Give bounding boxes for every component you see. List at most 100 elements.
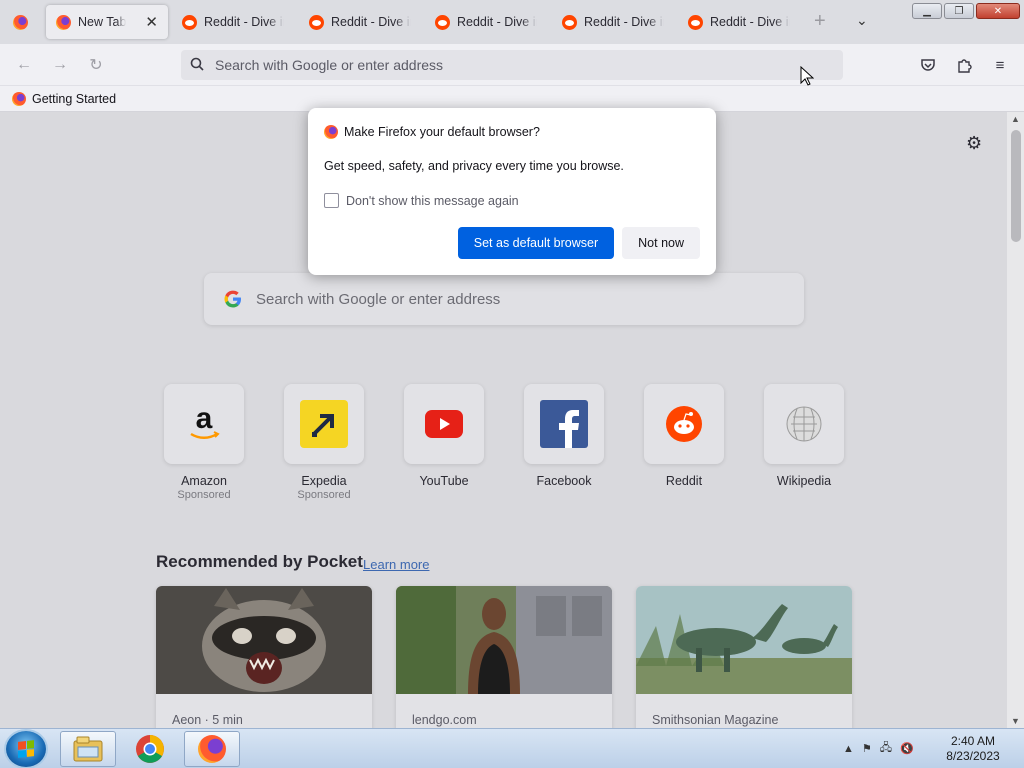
- top-site-wikipedia[interactable]: Wikipedia: [764, 384, 844, 488]
- scroll-down-icon[interactable]: ▼: [1011, 716, 1020, 726]
- pocket-card[interactable]: lendgo.com: [396, 586, 612, 728]
- top-site-reddit[interactable]: Reddit: [644, 384, 724, 488]
- clock-time: 2:40 AM: [950, 734, 996, 748]
- expedia-icon: [300, 400, 348, 448]
- mouse-cursor-icon: [800, 66, 814, 86]
- firefox-view-button[interactable]: [6, 10, 34, 34]
- tab-strip: New Tab ✕ Reddit - Dive into anything Re…: [0, 0, 1024, 44]
- close-tab-icon[interactable]: ✕: [145, 13, 158, 31]
- tab-reddit[interactable]: Reddit - Dive into anything: [425, 5, 547, 39]
- top-site-expedia[interactable]: Expedia Sponsored: [284, 384, 364, 501]
- clock-date: 8/23/2023: [946, 749, 1000, 763]
- top-site-name: Expedia: [301, 474, 347, 488]
- tab-reddit[interactable]: Reddit - Dive into anything: [299, 5, 421, 39]
- system-tray: ▲ ⚑ 🖧 🔇: [843, 739, 914, 758]
- reddit-icon: [435, 14, 450, 30]
- top-site-youtube[interactable]: YouTube: [404, 384, 484, 488]
- firefox-icon: [56, 14, 71, 30]
- newtab-search-placeholder: Search with Google or enter address: [256, 290, 501, 308]
- pocket-learn-more-link[interactable]: Learn more: [363, 557, 429, 572]
- file-explorer-icon: [73, 736, 103, 762]
- firefox-icon: [12, 14, 28, 30]
- tab-reddit[interactable]: Reddit - Dive into anything: [172, 5, 294, 39]
- reddit-icon: [182, 14, 197, 30]
- pocket-icon[interactable]: [918, 55, 938, 75]
- reload-icon[interactable]: ↻: [85, 54, 107, 76]
- reddit-icon: [688, 14, 703, 30]
- reddit-icon: [562, 14, 577, 30]
- reddit-icon: [309, 14, 324, 30]
- minimize-button[interactable]: ▁: [912, 3, 942, 19]
- firefox-icon: [324, 125, 338, 139]
- dialog-buttons: Set as default browser Not now: [457, 227, 700, 259]
- chevron-down-icon[interactable]: ⌄: [856, 12, 868, 29]
- close-window-button[interactable]: ✕: [976, 3, 1020, 19]
- newtab-search-box[interactable]: Search with Google or enter address: [204, 273, 804, 325]
- page-scrollbar[interactable]: ▲ ▼: [1007, 112, 1024, 728]
- not-now-button[interactable]: Not now: [622, 227, 700, 259]
- forward-arrow-icon[interactable]: →: [49, 54, 71, 76]
- pocket-card-source: lendgo.com: [412, 713, 477, 727]
- woman-photo: [396, 586, 612, 694]
- taskbar-chrome[interactable]: [122, 731, 178, 767]
- scroll-up-icon[interactable]: ▲: [1011, 114, 1020, 124]
- window-controls: ▁ ❐ ✕: [912, 3, 1020, 19]
- reddit-icon: [666, 406, 702, 442]
- taskbar-clock[interactable]: 2:40 AM 8/23/2023: [936, 734, 1010, 764]
- search-icon: [190, 57, 204, 71]
- new-tab-plus-icon[interactable]: +: [814, 10, 826, 33]
- tab-label: New Tab: [78, 15, 127, 29]
- top-site-amazon[interactable]: a Amazon Sponsored: [164, 384, 244, 501]
- set-default-browser-button[interactable]: Set as default browser: [457, 227, 615, 259]
- taskbar-firefox[interactable]: [184, 731, 240, 767]
- amazon-icon: a: [190, 404, 220, 439]
- windows-taskbar: ▲ ⚑ 🖧 🔇 2:40 AM 8/23/2023: [0, 728, 1024, 768]
- raccoon-photo: [156, 586, 372, 694]
- hamburger-menu-icon[interactable]: ≡: [990, 55, 1010, 75]
- top-site-name: Wikipedia: [776, 474, 832, 488]
- navigation-toolbar: ← → ↻ Search with Google or enter addres…: [0, 44, 1024, 86]
- tab-reddit[interactable]: Reddit - Dive into anything: [678, 5, 800, 39]
- back-arrow-icon[interactable]: ←: [13, 54, 35, 76]
- top-site-name: Facebook: [536, 474, 592, 488]
- top-site-name: Amazon: [181, 474, 227, 488]
- pocket-card[interactable]: Aeon · 5 min: [156, 586, 372, 728]
- facebook-icon: [540, 400, 588, 448]
- scrollbar-thumb[interactable]: [1011, 130, 1021, 242]
- restore-button[interactable]: ❐: [944, 3, 974, 19]
- pocket-card-source: Aeon · 5 min: [172, 713, 243, 727]
- tab-label: Reddit - Dive into anything: [710, 15, 790, 29]
- google-icon: [224, 290, 241, 308]
- network-icon[interactable]: 🖧: [880, 739, 892, 758]
- pocket-card[interactable]: Smithsonian Magazine: [636, 586, 852, 728]
- sponsored-label: Sponsored: [297, 489, 351, 501]
- dialog-message: Get speed, safety, and privacy every tim…: [324, 159, 624, 173]
- tab-label: Reddit - Dive into anything: [457, 15, 537, 29]
- dont-show-again-checkbox[interactable]: [324, 193, 339, 208]
- dont-show-again-row[interactable]: Don't show this message again: [324, 193, 700, 208]
- action-center-flag-icon[interactable]: ⚑: [862, 742, 872, 755]
- url-bar[interactable]: Search with Google or enter address: [181, 50, 843, 80]
- tab-label: Reddit - Dive into anything: [331, 15, 411, 29]
- gear-icon[interactable]: ⚙: [966, 134, 984, 152]
- tab-label: Reddit - Dive into anything: [204, 15, 284, 29]
- tab-label: Reddit - Dive into anything: [584, 15, 664, 29]
- dialog-title: Make Firefox your default browser?: [344, 125, 540, 139]
- windows-logo-icon: [18, 740, 34, 758]
- taskbar-file-explorer[interactable]: [60, 731, 116, 767]
- chrome-icon: [136, 735, 164, 763]
- top-site-name: Reddit: [665, 474, 703, 488]
- tab-reddit[interactable]: Reddit - Dive into anything: [552, 5, 674, 39]
- bookmark-getting-started[interactable]: Getting Started: [32, 92, 116, 106]
- show-hidden-icons-icon[interactable]: ▲: [843, 743, 854, 755]
- url-bar-placeholder: Search with Google or enter address: [215, 57, 444, 73]
- tab-new-tab[interactable]: New Tab ✕: [46, 5, 168, 39]
- extensions-icon[interactable]: [954, 55, 974, 75]
- firefox-icon: [12, 91, 26, 106]
- top-site-name: YouTube: [419, 474, 469, 488]
- volume-muted-icon[interactable]: 🔇: [900, 742, 914, 755]
- dont-show-again-label[interactable]: Don't show this message again: [346, 194, 519, 208]
- start-button[interactable]: [6, 731, 46, 767]
- top-site-facebook[interactable]: Facebook: [524, 384, 604, 488]
- dialog-title-row: Make Firefox your default browser?: [324, 125, 700, 139]
